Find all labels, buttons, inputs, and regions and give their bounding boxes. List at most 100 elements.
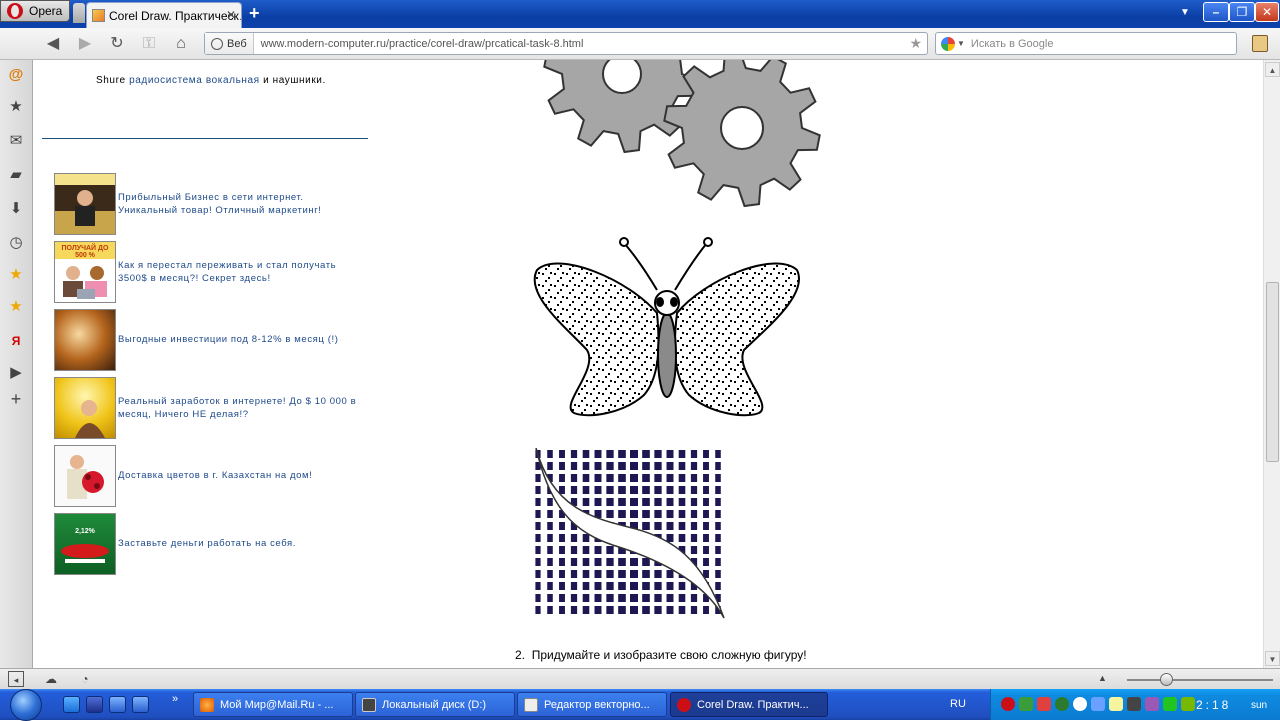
tab-background[interactable]	[73, 3, 85, 23]
close-tab-icon[interactable]: ✕	[226, 8, 236, 22]
ad-text[interactable]: Как я перестал переживать и стал получат…	[118, 259, 368, 285]
extension-icon[interactable]	[1252, 35, 1268, 52]
show-desktop-icon[interactable]	[109, 696, 126, 713]
ad-line-2[interactable]: Уникальный товар! Отличный маркетинг!	[118, 204, 368, 217]
ad-text[interactable]: Доставка цветов в г. Казахстан на дом!	[118, 469, 368, 482]
close-window-button[interactable]: ✕	[1255, 2, 1279, 22]
antivirus-tray-icon[interactable]	[1037, 697, 1051, 711]
favorite-star-icon[interactable]: ★	[7, 266, 25, 284]
nvidia-tray-icon[interactable]	[1181, 697, 1195, 711]
home-icon[interactable]: ⌂	[170, 34, 192, 54]
ad-line-1[interactable]: Выгодные инвестиции под 8-12% в месяц (!…	[118, 333, 368, 346]
back-arrow-icon[interactable]: ◀	[42, 34, 64, 54]
notes-tray-icon[interactable]	[1109, 697, 1123, 711]
zoom-slider-track[interactable]	[1127, 679, 1273, 681]
taskbar-item[interactable]: Мой Мир@Mail.Ru - ...	[193, 692, 353, 717]
internet-explorer-icon[interactable]	[63, 696, 80, 713]
ad-image[interactable]	[54, 309, 116, 371]
quick-launch-more-icon[interactable]: »	[172, 693, 178, 705]
favorite-star-2-icon[interactable]: ★	[7, 298, 25, 316]
ad-line-2[interactable]: месяц, Ничего НЕ делая!?	[118, 408, 368, 421]
bookmarks-star-icon[interactable]: ★	[7, 98, 25, 116]
start-button[interactable]	[10, 689, 42, 721]
url-text[interactable]: www.modern-computer.ru/practice/corel-dr…	[254, 38, 584, 50]
play-icon[interactable]: ▶	[7, 364, 25, 382]
globe-icon	[211, 37, 223, 50]
taskbar-item[interactable]: Редактор векторно...	[517, 692, 667, 717]
eye-tray-icon[interactable]	[1055, 697, 1069, 711]
yandex-icon[interactable]: Я	[7, 332, 25, 350]
reload-icon[interactable]: ↻	[106, 34, 128, 54]
tab-active[interactable]: Corel Draw. Практическ… ✕	[86, 2, 242, 28]
scroll-thumb[interactable]	[1266, 282, 1279, 462]
cloud-icon[interactable]: ☁	[43, 671, 59, 687]
new-tab-button[interactable]: +	[249, 4, 260, 22]
ad-line-1[interactable]: Доставка цветов в г. Казахстан на дом!	[118, 469, 368, 482]
address-bar[interactable]: Веб www.modern-computer.ru/practice/core…	[204, 32, 928, 55]
ad-image[interactable]	[54, 173, 116, 235]
add-panel-plus-icon[interactable]: +	[7, 390, 25, 408]
ad-text[interactable]: Прибыльный Бизнес в сети интернет. Уникал…	[118, 191, 368, 217]
scroll-up-arrow-icon[interactable]: ▲	[1265, 62, 1280, 77]
ad-line-1[interactable]: Реальный заработок в интернете! До $ 10 …	[118, 395, 368, 408]
maximize-button[interactable]: ❐	[1229, 2, 1255, 22]
ad-item[interactable]: 2,12% Заставьте деньги работать на себя.	[54, 513, 374, 575]
minimize-button[interactable]: –	[1203, 2, 1229, 22]
clock-tray-icon[interactable]	[1073, 697, 1087, 711]
language-indicator[interactable]: RU	[950, 698, 966, 710]
ad-image[interactable]	[54, 445, 116, 507]
vertical-scrollbar[interactable]: ▲ ▼	[1263, 60, 1280, 668]
ad-image[interactable]	[54, 377, 116, 439]
ad-text[interactable]: Заставьте деньги работать на себя.	[118, 537, 368, 550]
downloads-icon[interactable]: ⬇	[7, 200, 25, 218]
ad-item[interactable]: Выгодные инвестиции под 8-12% в месяц (!…	[54, 309, 374, 371]
forward-arrow-icon[interactable]: ▶	[74, 34, 96, 54]
zoom-view-arrow-icon[interactable]: ▲	[1098, 673, 1107, 683]
notes-icon[interactable]: ▰	[7, 166, 25, 184]
ad-text[interactable]: Выгодные инвестиции под 8-12% в месяц (!…	[118, 333, 368, 346]
navigation-bar: ◀ ▶ ↻ ⚿ ⌂ Веб www.modern-computer.ru/pra…	[0, 28, 1280, 60]
switch-windows-icon[interactable]	[132, 696, 149, 713]
clock-time[interactable]: 2:18	[1196, 698, 1231, 712]
volume-tray-icon[interactable]	[1127, 697, 1141, 711]
search-engine-chevron-down-icon[interactable]: ▼	[957, 39, 965, 48]
mail-envelope-icon[interactable]: ✉	[7, 132, 25, 150]
shure-link[interactable]: радиосистема вокальная	[129, 75, 260, 86]
system-tray	[990, 689, 1280, 720]
taskbar-item-active[interactable]: Corel Draw. Практич...	[670, 692, 828, 717]
scroll-down-arrow-icon[interactable]: ▼	[1265, 651, 1280, 666]
quick-launch-app-icon[interactable]	[86, 696, 103, 713]
green-tray-icon[interactable]	[1163, 697, 1177, 711]
opera-tray-icon[interactable]	[1001, 697, 1015, 711]
google-icon[interactable]	[941, 36, 955, 51]
ad-line-2[interactable]: 3500$ в месяц?! Секрет здесь!	[118, 272, 368, 285]
opera-menu-button[interactable]: Opera	[0, 0, 70, 22]
tab-menu-chevron-down-icon[interactable]: ▼	[1180, 7, 1190, 18]
taskbar-item[interactable]: Локальный диск (D:)	[355, 692, 515, 717]
address-prefix[interactable]: Веб	[205, 33, 254, 54]
ad-line-1[interactable]: Как я перестал переживать и стал получат…	[118, 259, 368, 272]
bookmark-star-icon[interactable]: ★	[909, 35, 922, 52]
ad-image[interactable]: 2,12%	[54, 513, 116, 575]
ad-text[interactable]: Реальный заработок в интернете! До $ 10 …	[118, 395, 368, 421]
ad-item[interactable]: Реальный заработок в интернете! До $ 10 …	[54, 377, 374, 439]
search-field[interactable]: ▼ Искать в Google	[935, 32, 1237, 55]
taskbar-item-label: Мой Мир@Mail.Ru - ...	[220, 698, 334, 711]
zoom-slider-knob[interactable]	[1160, 673, 1173, 686]
mail-at-icon[interactable]: @	[7, 66, 25, 84]
key-icon[interactable]: ⚿	[138, 34, 160, 54]
bluetooth-tray-icon[interactable]	[1091, 697, 1105, 711]
shure-prefix: Shure	[96, 75, 130, 86]
ad-line-1[interactable]: Прибыльный Бизнес в сети интернет.	[118, 191, 368, 204]
ad-line-1[interactable]: Заставьте деньги работать на себя.	[118, 537, 368, 550]
ad-item[interactable]: Доставка цветов в г. Казахстан на дом!	[54, 445, 374, 507]
history-clock-icon[interactable]: ◷	[7, 234, 25, 252]
ad-item[interactable]: Прибыльный Бизнес в сети интернет. Уникал…	[54, 173, 374, 235]
panel-toggle-icon[interactable]: ◂	[8, 671, 24, 687]
tab-bar: Opera Corel Draw. Практическ… ✕ + ▼ – ❐ …	[0, 0, 1280, 28]
speed-dial-gauge-icon[interactable]: ◔	[77, 671, 93, 687]
ad-image[interactable]: ПОЛУЧАЙ ДО 500 %	[54, 241, 116, 303]
ad-item[interactable]: ПОЛУЧАЙ ДО 500 % Как я перестал пережива…	[54, 241, 374, 303]
app-tray-icon[interactable]	[1145, 697, 1159, 711]
network-tray-icon[interactable]	[1019, 697, 1033, 711]
